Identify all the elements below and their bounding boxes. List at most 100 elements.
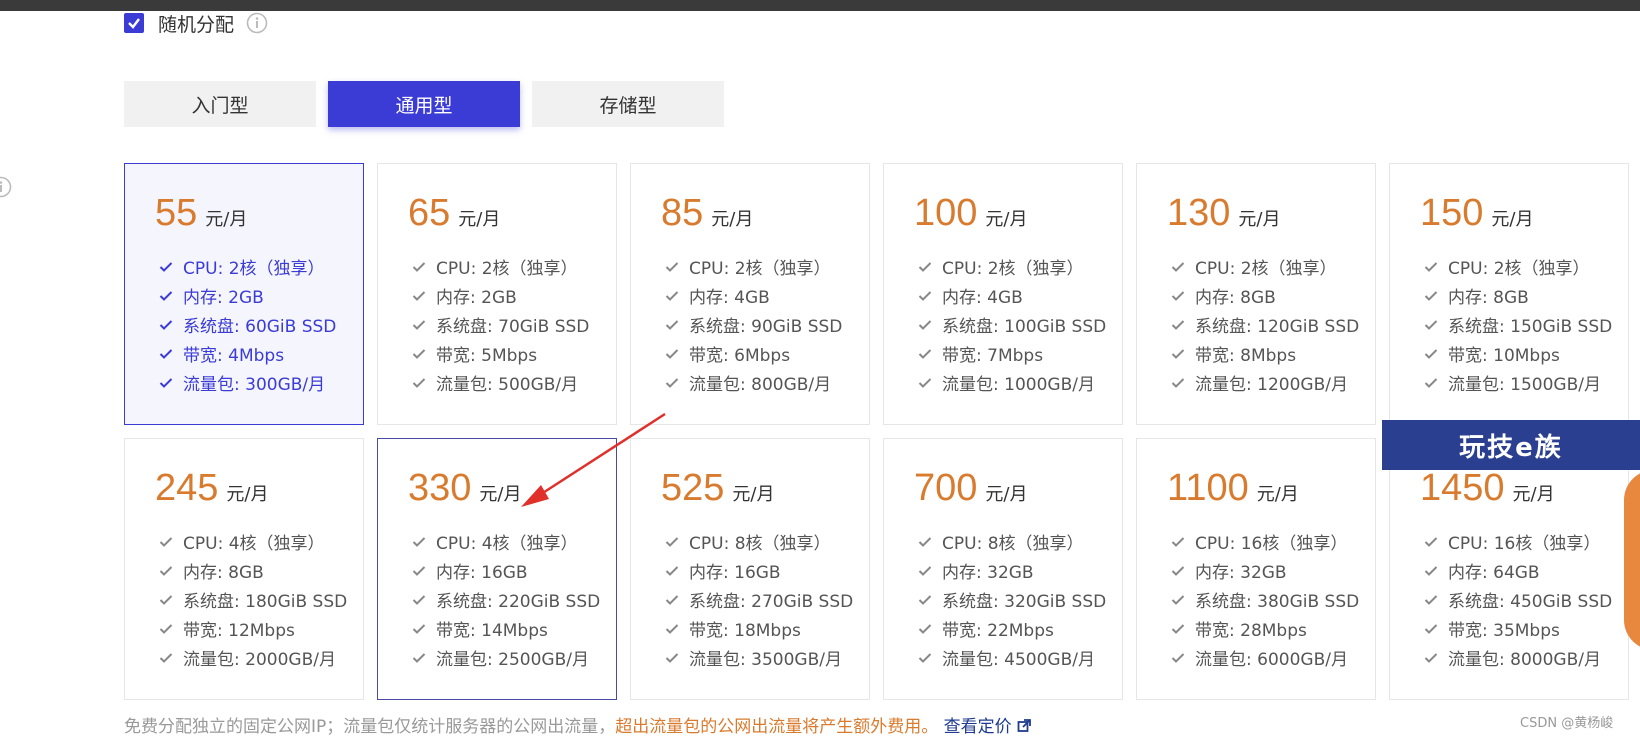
check-icon (412, 377, 426, 389)
plan-spec-item: 流量包: 1000GB/月 (918, 368, 1106, 397)
plan-price-unit: 元/月 (1256, 484, 1299, 505)
view-pricing-link[interactable]: 查看定价 (944, 717, 1031, 737)
plan-card[interactable]: 130 元/月 CPU: 2核（独享） 内存: 8GB 系统盘: 120GiB SSD 带… (1136, 163, 1376, 425)
plan-price-row: 100 元/月 (914, 192, 1027, 235)
info-icon[interactable] (0, 176, 12, 202)
plan-spec-text: 流量包: 8000GB/月 (1448, 650, 1601, 670)
check-icon (159, 652, 173, 664)
tab-storage[interactable]: 存储型 (532, 81, 724, 127)
plan-spec-item: 带宽: 35Mbps (1424, 614, 1612, 643)
plan-spec-item: CPU: 16核（独享） (1171, 527, 1359, 556)
plan-spec-item: 带宽: 5Mbps (412, 339, 589, 368)
check-icon (412, 348, 426, 360)
plan-spec-text: 系统盘: 100GiB SSD (942, 317, 1107, 337)
plan-spec-list: CPU: 8核（独享） 内存: 16GB 系统盘: 270GiB SSD 带宽: 18… (665, 527, 853, 672)
plan-price: 1450 (1420, 467, 1505, 509)
plan-price-row: 700 元/月 (914, 467, 1027, 510)
plan-spec-item: CPU: 8核（独享） (665, 527, 853, 556)
plan-spec-text: 流量包: 1200GB/月 (1195, 375, 1348, 395)
plan-spec-text: 内存: 16GB (689, 563, 781, 583)
plan-spec-item: 带宽: 12Mbps (159, 614, 347, 643)
plan-price-unit: 元/月 (985, 209, 1028, 230)
plan-spec-list: CPU: 2核（独享） 内存: 8GB 系统盘: 120GiB SSD 带宽: 8Mb… (1171, 252, 1359, 397)
plan-spec-item: 内存: 8GB (159, 556, 347, 585)
plan-card[interactable]: 100 元/月 CPU: 2核（独享） 内存: 4GB 系统盘: 100GiB SSD 带… (883, 163, 1123, 425)
plan-spec-text: 带宽: 18Mbps (689, 621, 801, 641)
plan-price: 100 (914, 192, 978, 234)
plan-spec-text: 系统盘: 90GiB SSD (689, 317, 843, 337)
plan-spec-item: 流量包: 2000GB/月 (159, 643, 347, 672)
plan-spec-text: CPU: 2核（独享） (436, 259, 578, 279)
tab-entry[interactable]: 入门型 (124, 81, 316, 127)
plan-price-unit: 元/月 (1238, 209, 1281, 230)
plan-spec-text: 流量包: 6000GB/月 (1195, 650, 1348, 670)
plan-spec-item: 流量包: 300GB/月 (159, 368, 336, 397)
plan-card[interactable]: 65 元/月 CPU: 2核（独享） 内存: 2GB 系统盘: 70GiB SSD 带宽:… (377, 163, 617, 425)
check-icon (665, 594, 679, 606)
plan-spec-list: CPU: 16核（独享） 内存: 64GB 系统盘: 450GiB SSD 带宽: 3… (1424, 527, 1612, 672)
info-icon[interactable] (246, 12, 268, 34)
plan-card[interactable]: 700 元/月 CPU: 8核（独享） 内存: 32GB 系统盘: 320GiB SSD… (883, 438, 1123, 700)
plan-card[interactable]: 150 元/月 CPU: 2核（独享） 内存: 8GB 系统盘: 150GiB SSD 带… (1389, 163, 1629, 425)
check-icon (918, 290, 932, 302)
plan-spec-item: 系统盘: 180GiB SSD (159, 585, 347, 614)
plan-spec-item: 流量包: 8000GB/月 (1424, 643, 1612, 672)
plan-spec-text: 带宽: 28Mbps (1195, 621, 1307, 641)
plan-price: 245 (155, 467, 219, 509)
plan-spec-list: CPU: 2核（独享） 内存: 8GB 系统盘: 150GiB SSD 带宽: 10M… (1424, 252, 1612, 397)
plan-card[interactable]: 55 元/月 CPU: 2核（独享） 内存: 2GB 系统盘: 60GiB SSD 带宽:… (124, 163, 364, 425)
plan-card[interactable]: 85 元/月 CPU: 2核（独享） 内存: 4GB 系统盘: 90GiB SSD 带宽:… (630, 163, 870, 425)
plan-card[interactable]: 245 元/月 CPU: 4核（独享） 内存: 8GB 系统盘: 180GiB SSD 带… (124, 438, 364, 700)
plan-price-unit: 元/月 (711, 209, 754, 230)
check-icon (1171, 652, 1185, 664)
plan-spec-text: 系统盘: 120GiB SSD (1195, 317, 1360, 337)
check-icon (918, 536, 932, 548)
plan-spec-item: 流量包: 1500GB/月 (1424, 368, 1612, 397)
plan-spec-item: CPU: 2核（独享） (1171, 252, 1359, 281)
plan-spec-item: 内存: 8GB (1171, 281, 1359, 310)
plan-card[interactable]: 1450 元/月 CPU: 16核（独享） 内存: 64GB 系统盘: 450GiB S… (1389, 438, 1629, 700)
check-icon (665, 290, 679, 302)
plan-spec-text: 带宽: 10Mbps (1448, 346, 1560, 366)
plan-spec-item: 带宽: 4Mbps (159, 339, 336, 368)
plan-spec-text: 系统盘: 180GiB SSD (183, 592, 348, 612)
plan-spec-text: CPU: 4核（独享） (183, 534, 325, 554)
plan-spec-text: 系统盘: 220GiB SSD (436, 592, 601, 612)
plan-spec-item: 带宽: 6Mbps (665, 339, 842, 368)
plan-card[interactable]: 525 元/月 CPU: 8核（独享） 内存: 16GB 系统盘: 270GiB SSD… (630, 438, 870, 700)
plan-spec-item: 带宽: 14Mbps (412, 614, 600, 643)
check-icon (665, 377, 679, 389)
plan-spec-list: CPU: 4核（独享） 内存: 16GB 系统盘: 220GiB SSD 带宽: 14… (412, 527, 600, 672)
plan-spec-text: 带宽: 8Mbps (1195, 346, 1297, 366)
plan-spec-item: CPU: 2核（独享） (412, 252, 589, 281)
check-icon (159, 261, 173, 273)
plan-spec-item: 内存: 2GB (159, 281, 336, 310)
plan-card[interactable]: 1100 元/月 CPU: 16核（独享） 内存: 32GB 系统盘: 380GiB S… (1136, 438, 1376, 700)
check-icon (159, 565, 173, 577)
plan-spec-text: CPU: 2核（独享） (183, 259, 325, 279)
plan-spec-text: 系统盘: 270GiB SSD (689, 592, 854, 612)
plan-price-row: 525 元/月 (661, 467, 774, 510)
plan-spec-item: 内存: 64GB (1424, 556, 1612, 585)
check-icon (1424, 348, 1438, 360)
plan-price-unit: 元/月 (458, 209, 501, 230)
plan-spec-text: CPU: 16核（独享） (1195, 534, 1348, 554)
plan-spec-text: 系统盘: 380GiB SSD (1195, 592, 1360, 612)
check-icon (1424, 594, 1438, 606)
check-icon (159, 594, 173, 606)
check-icon (1424, 290, 1438, 302)
tab-general[interactable]: 通用型 (328, 81, 520, 127)
random-assign-checkbox[interactable] (124, 13, 144, 33)
checkmark-icon (128, 18, 140, 29)
check-icon (918, 652, 932, 664)
plan-spec-item: 带宽: 8Mbps (1171, 339, 1359, 368)
plan-spec-list: CPU: 2核（独享） 内存: 4GB 系统盘: 100GiB SSD 带宽: 7Mb… (918, 252, 1106, 397)
plan-spec-item: 内存: 32GB (1171, 556, 1359, 585)
footer-note-text: 免费分配独立的固定公网IP；流量包仅统计服务器的公网出流量， (124, 717, 616, 737)
plan-spec-text: 系统盘: 70GiB SSD (436, 317, 590, 337)
check-icon (412, 565, 426, 577)
check-icon (1171, 290, 1185, 302)
plan-price-row: 55 元/月 (155, 192, 247, 235)
plan-card[interactable]: 330 元/月 CPU: 4核（独享） 内存: 16GB 系统盘: 220GiB SSD… (377, 438, 617, 700)
plan-price-row: 65 元/月 (408, 192, 500, 235)
